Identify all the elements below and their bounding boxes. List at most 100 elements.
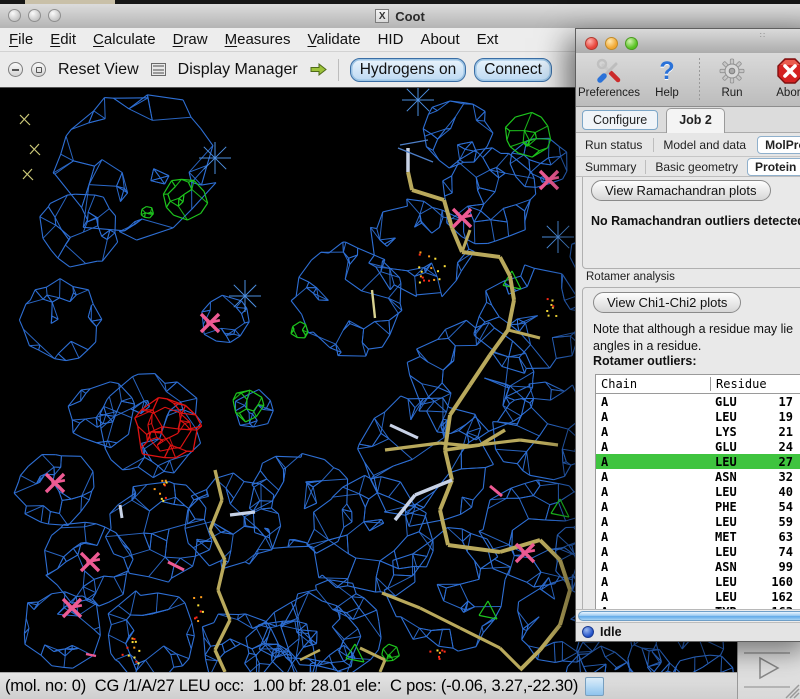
toolbar-item-label: Help (655, 87, 679, 99)
tab-molprobity[interactable]: MolProbity (757, 136, 800, 154)
abort-button[interactable]: Abort (761, 56, 800, 99)
dialog-tab-row-sections: Run status Model and data MolProbity (576, 133, 800, 157)
toolbar-item-label: Preferences (578, 87, 640, 99)
cell-residue-name: ASN (715, 470, 761, 484)
display-manager-icon (151, 63, 166, 76)
cell-residue-number: 99 (761, 560, 793, 574)
display-manager-button[interactable]: Display Manager (178, 61, 298, 79)
cell-chain: A (596, 410, 710, 424)
table-row[interactable]: AMET63 (596, 529, 800, 544)
menu-item-ext[interactable]: Ext (477, 31, 499, 48)
x11-icon: X (375, 9, 389, 23)
table-row[interactable]: ALEU40 (596, 484, 800, 499)
cell-chain: A (596, 500, 710, 514)
run-gear-icon (718, 56, 746, 86)
view-chi1-chi2-plots-button[interactable]: View Chi1-Chi2 plots (593, 292, 741, 313)
play-icon (760, 658, 778, 678)
ramachandran-message: No Ramachandran outliers detected (591, 214, 800, 228)
tab-summary[interactable]: Summary (585, 160, 636, 174)
rotamer-note-line2: angles in a residue. (593, 339, 701, 353)
dialog-toolbar: Preferences?HelpRunAbortA (576, 53, 800, 107)
rotamer-analysis-label: Rotamer analysis (586, 271, 675, 283)
cell-residue-name: ASN (715, 560, 761, 574)
dialog-zoom-button[interactable] (625, 37, 638, 50)
hydrogens-toggle-button[interactable]: Hydrogens on (350, 58, 467, 82)
status-color-swatch[interactable] (585, 677, 604, 696)
menu-item-measures[interactable]: Measures (225, 31, 291, 48)
cell-chain: A (596, 575, 710, 589)
view-ramachandran-plots-button[interactable]: View Ramachandran plots (591, 180, 771, 201)
tab-job-2[interactable]: Job 2 (666, 108, 725, 133)
reset-view-button[interactable]: Reset View (58, 61, 139, 79)
table-row[interactable]: A PHE54 (596, 499, 800, 514)
dialog-horizontal-scrollbar[interactable] (576, 609, 800, 622)
menu-item-about[interactable]: About (420, 31, 459, 48)
tab-configure[interactable]: Configure (582, 110, 658, 130)
help-button[interactable]: ?Help (638, 56, 696, 99)
table-row[interactable]: AASN32 (596, 469, 800, 484)
cell-chain: A (596, 470, 710, 484)
toolbar-separator (338, 59, 339, 81)
menu-item-edit[interactable]: Edit (50, 31, 76, 48)
table-row[interactable]: ALEU27 (596, 454, 800, 469)
menu-item-validate[interactable]: Validate (307, 31, 360, 48)
run-button[interactable]: Run (703, 56, 761, 99)
table-row[interactable]: AGLU24 (596, 439, 800, 454)
dialog-grip-dots: ∷ (760, 31, 766, 40)
tab-basic-geometry[interactable]: Basic geometry (645, 160, 738, 174)
connect-toggle-button[interactable]: Connect (474, 58, 552, 82)
abort-stop-icon (776, 56, 800, 86)
toolbar-item-label: Abort (776, 87, 800, 99)
table-row[interactable]: AGLU17 (596, 394, 800, 409)
cell-chain: A (596, 560, 710, 574)
cell-chain: A (596, 440, 710, 454)
table-row[interactable]: ALEU74 (596, 544, 800, 559)
cell-residue-name: GLU (715, 440, 761, 454)
table-row[interactable]: ALEU160 (596, 574, 800, 589)
ramachandran-frame: View Ramachandran plots No Ramachandran … (582, 177, 800, 269)
tab-protein[interactable]: Protein (747, 158, 800, 176)
cell-residue-number: 162 (761, 590, 793, 604)
redo-view-icon[interactable] (31, 62, 46, 77)
dialog-status-bar: Idle (576, 622, 800, 641)
cell-residue-name: LYS (715, 425, 761, 439)
table-row[interactable]: ALEU59 (596, 514, 800, 529)
rotamer-note-line1: Note that although a residue may lie (593, 322, 793, 336)
dialog-close-button[interactable] (585, 37, 598, 50)
menu-item-calculate[interactable]: Calculate (93, 31, 156, 48)
table-row[interactable]: ALEU162 (596, 589, 800, 604)
dialog-minimize-button[interactable] (605, 37, 618, 50)
cell-chain: A (596, 485, 710, 499)
cell-residue-number: 21 (761, 425, 793, 439)
window-title: Coot (395, 9, 425, 24)
menu-item-file[interactable]: File (9, 31, 33, 48)
preferences-button[interactable]: Preferences (580, 56, 638, 99)
table-row[interactable]: ALEU19 (596, 409, 800, 424)
cell-residue-number: 54 (761, 500, 793, 514)
cell-residue-name: GLU (715, 395, 761, 409)
preferences-tools-icon (595, 56, 623, 86)
undo-view-icon[interactable] (8, 62, 23, 77)
table-row[interactable]: A LYS21 (596, 424, 800, 439)
go-arrow-icon[interactable] (310, 63, 327, 76)
table-row[interactable]: A ASN99 (596, 559, 800, 574)
background-slider-track (744, 686, 790, 688)
table-header[interactable]: Chain Residue (596, 375, 800, 394)
column-header-chain[interactable]: Chain (596, 377, 710, 391)
tab-model-and-data[interactable]: Model and data (653, 138, 746, 152)
dialog-status-text: Idle (600, 625, 622, 639)
menu-item-hid[interactable]: HID (378, 31, 404, 48)
dialog-titlebar[interactable]: ∷ (576, 29, 800, 54)
help-question-icon: ? (659, 56, 674, 86)
cell-residue-name: PHE (715, 500, 761, 514)
cell-chain: A (596, 425, 710, 439)
cell-residue-number: 19 (761, 410, 793, 424)
menu-item-draw[interactable]: Draw (173, 31, 208, 48)
scrollbar-thumb[interactable] (578, 611, 800, 621)
cell-residue-number: 160 (761, 575, 793, 589)
column-header-residue[interactable]: Residue (710, 377, 800, 391)
cell-residue-name: LEU (715, 515, 761, 529)
cell-residue-number: 59 (761, 515, 793, 529)
tab-run-status[interactable]: Run status (585, 138, 642, 152)
rotamer-outliers-table[interactable]: Chain Residue AGLU17ALEU19ALYS21AGLU24AL… (595, 374, 800, 609)
